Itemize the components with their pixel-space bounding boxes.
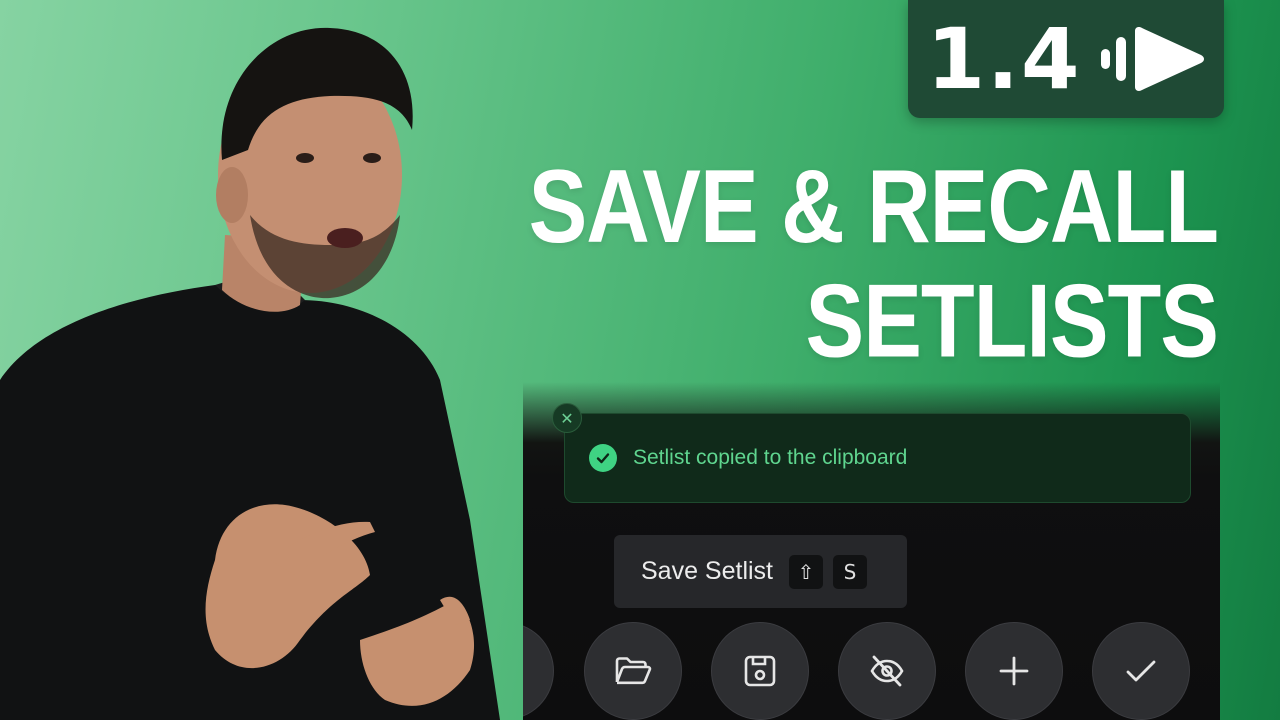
save-setlist-button[interactable]	[711, 622, 809, 720]
presenter-photo	[0, 0, 560, 720]
open-setlist-button[interactable]	[584, 622, 682, 720]
save-setlist-tooltip: Save Setlist ⇧ S	[614, 535, 907, 608]
version-number: 1.4	[926, 10, 1082, 108]
toast-notification: ✕ Setlist copied to the clipboard	[552, 403, 1191, 503]
check-icon	[1125, 658, 1157, 684]
version-badge: 1.4	[908, 0, 1224, 118]
shift-key-badge: ⇧	[789, 554, 824, 589]
confirm-button[interactable]	[1092, 622, 1190, 720]
play-bars-logo-icon	[1101, 27, 1205, 91]
app-panel: ✕ Setlist copied to the clipboard Save S…	[523, 382, 1220, 720]
folder-open-icon	[614, 655, 652, 687]
check-circle-icon	[589, 444, 617, 472]
s-key-badge: S	[833, 554, 868, 589]
toolbar	[523, 622, 1220, 720]
toast-message: Setlist copied to the clipboard	[633, 446, 908, 469]
headline: SAVE & RECALL SETLISTS	[528, 147, 1220, 379]
toggle-visibility-button[interactable]	[838, 622, 936, 720]
plus-icon	[998, 655, 1030, 687]
eye-off-icon	[868, 654, 906, 688]
tooltip-label: Save Setlist	[641, 557, 774, 585]
headline-line-1: SAVE & RECALL	[528, 147, 1219, 265]
partial-toolbar-button[interactable]	[523, 622, 554, 720]
close-icon[interactable]: ✕	[552, 403, 582, 433]
headline-line-2: SETLISTS	[805, 261, 1220, 379]
save-icon	[743, 654, 777, 688]
add-button[interactable]	[965, 622, 1063, 720]
